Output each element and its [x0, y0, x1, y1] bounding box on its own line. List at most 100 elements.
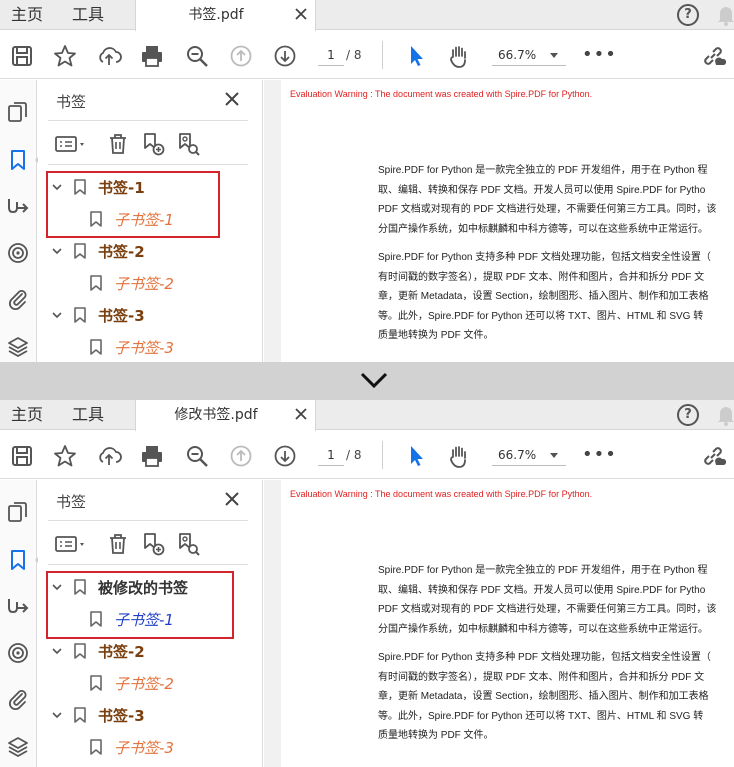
child-bookmark-item[interactable]: 子书签-3: [38, 331, 258, 362]
tab-bar: 主页 工具 修改书签.pdf ?: [0, 400, 734, 431]
document-view[interactable]: Evaluation Warning : The document was cr…: [264, 80, 734, 362]
bookmark-flag-icon: [74, 307, 86, 323]
bell-icon[interactable]: [716, 4, 734, 26]
layers-target-icon[interactable]: [6, 241, 30, 265]
zoom-select[interactable]: 66.7%: [492, 444, 566, 466]
help-icon[interactable]: ?: [677, 4, 699, 26]
bookmark-icon[interactable]: [6, 148, 30, 172]
pages-icon[interactable]: [6, 500, 30, 524]
tab-tools[interactable]: 工具: [72, 0, 104, 30]
close-panel-icon[interactable]: [225, 492, 239, 506]
page-number-input[interactable]: 1: [318, 44, 344, 66]
evaluation-warning: Evaluation Warning : The document was cr…: [290, 89, 593, 99]
hand-icon[interactable]: [446, 43, 472, 69]
page-up-icon[interactable]: [228, 443, 254, 469]
bookmark-flag-icon: [90, 275, 102, 291]
delete-bookmark-icon[interactable]: [106, 132, 130, 156]
more-icon[interactable]: •••: [582, 446, 617, 464]
new-bookmark-icon[interactable]: [141, 532, 165, 556]
bookmark-icon[interactable]: [6, 548, 30, 572]
text-line: PDF 文档或对现有的 PDF 文档进行处理，不需要任何第三方工具。同时，该: [378, 204, 717, 215]
text-line: 取、编辑、转换和保存 PDF 文档。开发人员可以使用 Spire.PDF for…: [378, 184, 706, 196]
text-line: 取、编辑、转换和保存 PDF 文档。开发人员可以使用 Spire.PDF for…: [378, 584, 706, 596]
page-total: / 8: [346, 448, 362, 462]
child-bookmark-item[interactable]: 子书签-2: [38, 267, 258, 299]
bookmark-flag-icon: [90, 739, 102, 755]
tab-home[interactable]: 主页: [11, 0, 43, 30]
options-icon[interactable]: [54, 132, 90, 156]
chevron-down-icon[interactable]: [52, 710, 62, 720]
child-bookmark-item[interactable]: 子书签-3: [38, 731, 258, 763]
chevron-down-icon: [360, 372, 388, 389]
tab-document[interactable]: 修改书签.pdf: [135, 400, 316, 431]
cloud-upload-icon[interactable]: [96, 443, 122, 469]
find-bookmark-icon[interactable]: [176, 532, 200, 556]
document-view[interactable]: Evaluation Warning : The document was cr…: [264, 480, 734, 767]
share-link-icon[interactable]: [700, 443, 726, 469]
bookmark-flag-icon: [74, 707, 86, 723]
bookmark-item[interactable]: 书签-2: [38, 235, 258, 267]
text-line: 等。此外，Spire.PDF for Python 还可以将 TXT、图片、HT…: [378, 710, 704, 722]
signature-icon[interactable]: [6, 593, 30, 617]
close-tab-icon[interactable]: [295, 408, 307, 420]
zoom-out-icon[interactable]: [184, 443, 210, 469]
bell-icon[interactable]: [716, 404, 734, 426]
select-cursor-icon[interactable]: [403, 43, 429, 69]
close-tab-icon[interactable]: [295, 8, 307, 20]
bookmark-label: 书签-2: [98, 243, 145, 261]
layers-target-icon[interactable]: [6, 641, 30, 665]
chevron-down-icon[interactable]: [52, 646, 62, 656]
tab-document[interactable]: 书签.pdf: [135, 0, 316, 31]
tab-bar: 主页 工具 书签.pdf ?: [0, 0, 734, 31]
delete-bookmark-icon[interactable]: [106, 532, 130, 556]
evaluation-warning: Evaluation Warning : The document was cr…: [290, 489, 593, 499]
page-down-icon[interactable]: [272, 43, 298, 69]
zoom-out-icon[interactable]: [184, 43, 210, 69]
tab-tools[interactable]: 工具: [72, 400, 104, 430]
star-icon[interactable]: [52, 443, 78, 469]
cloud-upload-icon[interactable]: [96, 43, 122, 69]
chevron-down-icon[interactable]: [52, 310, 62, 320]
new-bookmark-icon[interactable]: [141, 132, 165, 156]
zoom-select[interactable]: 66.7%: [492, 44, 566, 66]
more-icon[interactable]: •••: [582, 46, 617, 64]
tab-document-title: 修改书签.pdf: [174, 407, 258, 423]
child-bookmark-item[interactable]: 子书签-2: [38, 667, 258, 699]
close-panel-icon[interactable]: [225, 92, 239, 106]
child-bookmark-label: 子书签-2: [114, 275, 174, 293]
star-icon[interactable]: [52, 43, 78, 69]
help-icon[interactable]: ?: [677, 404, 699, 426]
options-icon[interactable]: [54, 532, 90, 556]
divider: [48, 520, 248, 521]
layers-icon[interactable]: [6, 735, 30, 759]
page-up-icon[interactable]: [228, 43, 254, 69]
save-icon[interactable]: [9, 443, 35, 469]
print-icon[interactable]: [139, 443, 165, 469]
paragraph-2: Spire.PDF for Python 支持多种 PDF 文档处理功能，包括文…: [378, 648, 734, 746]
text-line: 有时间戳的数字签名），提取 PDF 文本、附件和图片，合并和拆分 PDF 文: [378, 671, 705, 683]
find-bookmark-icon[interactable]: [176, 132, 200, 156]
share-link-icon[interactable]: [700, 43, 726, 69]
paragraph-2: Spire.PDF for Python 支持多种 PDF 文档处理功能，包括文…: [378, 248, 734, 346]
select-cursor-icon[interactable]: [403, 443, 429, 469]
attachment-icon[interactable]: [6, 287, 30, 311]
bookmark-item[interactable]: 书签-3: [38, 299, 258, 331]
tab-home[interactable]: 主页: [11, 400, 43, 430]
layers-icon[interactable]: [6, 335, 30, 359]
bookmark-item[interactable]: 书签-3: [38, 699, 258, 731]
page-number-input[interactable]: 1: [318, 444, 344, 466]
bookmarks-panel-title: 书签: [56, 493, 87, 511]
print-icon[interactable]: [139, 43, 165, 69]
bookmarks-panel-title: 书签: [56, 93, 87, 111]
save-icon[interactable]: [9, 43, 35, 69]
pages-icon[interactable]: [6, 100, 30, 124]
text-line: Spire.PDF for Python 是一款完全独立的 PDF 开发组件，用…: [378, 165, 708, 176]
signature-icon[interactable]: [6, 193, 30, 217]
hand-icon[interactable]: [446, 443, 472, 469]
page-down-icon[interactable]: [272, 443, 298, 469]
text-line: 质量地转换为 PDF 文件。: [378, 730, 494, 741]
chevron-down-icon[interactable]: [52, 246, 62, 256]
bookmark-item[interactable]: 书签-2: [38, 635, 258, 667]
attachment-icon[interactable]: [6, 687, 30, 711]
original-pdf-window: 主页 工具 书签.pdf ? 1 / 8 66.7% ••• 书签 书签-1 子…: [0, 0, 734, 362]
